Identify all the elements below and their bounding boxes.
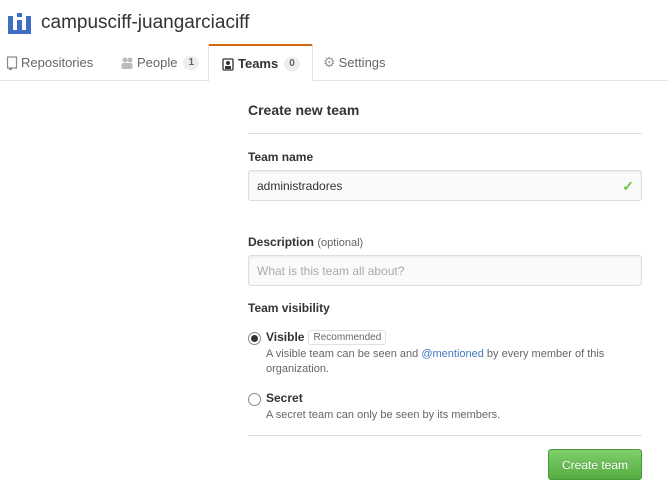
secret-title: Secret [266,391,303,405]
tab-repositories-label: Repositories [21,55,94,70]
divider [248,133,642,134]
team-name-input[interactable] [248,170,642,201]
visible-note-before: A visible team can be seen and [266,348,422,360]
visibility-visible-option[interactable]: Visible Recommended A visible team can be… [248,330,642,376]
team-icon [222,57,234,71]
description-label-text: Description [248,235,315,249]
visible-title-text: Visible [266,330,305,344]
tab-settings-label: Settings [338,55,386,70]
visible-note: A visible team can be seen and @mentione… [266,347,626,377]
people-icon [121,57,133,69]
repo-icon [6,55,18,70]
tab-teams[interactable]: Teams 0 [208,44,313,82]
tab-settings[interactable]: ⚙ Settings [323,44,386,81]
recommended-badge: Recommended [308,330,387,345]
description-optional-note: (optional) [317,237,364,249]
people-count-badge: 1 [183,55,200,70]
mentioned-link[interactable]: @mentioned [421,348,484,360]
team-name-field-wrap: ✓ [248,170,642,201]
valid-check-icon: ✓ [622,178,634,194]
org-header: campusciff-juangarciaciff [0,0,668,45]
form-title: Create new team [248,102,360,118]
team-name-label: Team name [248,150,314,164]
description-label: Description (optional) [248,235,363,249]
visible-title: Visible Recommended [266,330,387,345]
org-name[interactable]: campusciff-juangarciaciff [41,12,249,34]
tab-teams-label: Teams [238,56,279,71]
org-tabs: Repositories People 1 Teams 0 ⚙ Settings [0,44,668,82]
visibility-secret-option[interactable]: Secret A secret team can only be seen by… [248,391,642,423]
tab-repositories[interactable]: Repositories [6,44,93,81]
org-logo-icon[interactable] [6,10,34,38]
secret-radio[interactable] [248,393,261,406]
description-input[interactable] [248,255,642,286]
tab-people[interactable]: People 1 [120,44,200,81]
visibility-label: Team visibility [248,301,330,315]
create-team-button[interactable]: Create team [548,449,642,480]
secret-note: A secret team can only be seen by its me… [266,409,501,421]
gear-icon: ⚙ [323,54,336,70]
divider [248,435,642,436]
teams-count-badge: 0 [284,56,300,71]
visible-radio[interactable] [248,332,261,345]
tab-people-label: People [137,55,178,70]
